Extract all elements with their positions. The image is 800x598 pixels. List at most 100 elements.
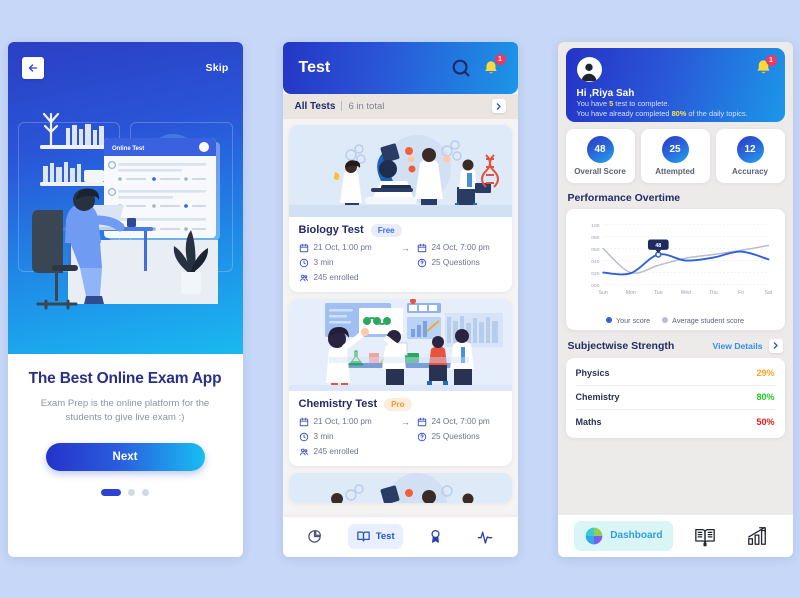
questions: 25 Questions: [431, 258, 480, 267]
pagination-dot-2[interactable]: [128, 489, 135, 497]
performance-header: Performance Overtime: [558, 183, 793, 209]
notifications-button[interactable]: 1: [480, 53, 506, 79]
all-tests-bar[interactable]: All Tests 6 in total: [282, 93, 518, 119]
page-subtitle: Exam Prep is the online platform for the…: [40, 397, 210, 424]
questions-item: 25 Questions: [417, 432, 480, 442]
test-card[interactable]: Chemistry Test Pro 21 Oct, 1:00 pm → 24 …: [288, 298, 512, 466]
svg-text:100: 100: [591, 222, 599, 228]
nav-item-analytics[interactable]: [299, 524, 330, 549]
completion-text: You have already completed 80% of the da…: [577, 109, 774, 120]
end-date: 24 Oct, 7:00 pm: [431, 417, 490, 426]
subject-row-physics[interactable]: Physics 29%: [575, 362, 775, 386]
arrow-right-icon: →: [401, 416, 410, 427]
stat-card-attempted[interactable]: 25 Attempted: [640, 128, 710, 183]
phone-dashboard: Hi ,Riya Sah You have 5 test to complete…: [557, 41, 793, 557]
test-badge: Free: [370, 223, 402, 237]
award-icon: [431, 529, 440, 543]
stat-card-accuracy[interactable]: 12 Accuracy: [715, 128, 785, 183]
test-badge: Pro: [384, 397, 412, 411]
chemistry-lab-illustration: [288, 298, 512, 391]
chevron-right-icon: [773, 342, 778, 349]
end-date-item: 24 Oct, 7:00 pm: [417, 417, 490, 427]
subjects-card: Physics 29% Chemistry 80% Maths 50%: [565, 357, 785, 438]
line1-post: test to complete.: [613, 98, 670, 108]
card-illustration: [288, 472, 512, 503]
view-details-chevron-button[interactable]: [768, 338, 783, 353]
avatar[interactable]: [576, 56, 602, 82]
calendar-icon: [417, 243, 427, 253]
onboarding-content: The Best Online Exam App Exam Prep is th…: [7, 353, 243, 557]
phone-test-list: Test 1 All Tests 6 in total Biology Test…: [282, 41, 518, 557]
bar-chart-growth-icon: [747, 526, 766, 545]
biology-lab-illustration: [288, 472, 512, 503]
questions: 25 Questions: [431, 432, 480, 441]
subject-row-maths[interactable]: Maths 50%: [576, 410, 775, 434]
pie-chart-icon: [308, 529, 322, 543]
back-button[interactable]: [21, 56, 44, 79]
enrolled-count: 245 enrolled: [313, 273, 359, 282]
clock-icon: [299, 258, 309, 268]
skip-button[interactable]: Skip: [206, 62, 229, 74]
enrolled-count: 245 enrolled: [313, 447, 359, 456]
subject-value: 50%: [756, 416, 775, 427]
svg-text:Sat: Sat: [764, 289, 772, 295]
subject-name: Physics: [575, 368, 610, 378]
nav-item-test[interactable]: Test: [347, 524, 403, 549]
back-arrow-icon: [28, 63, 37, 72]
nav-item-awards[interactable]: [420, 524, 451, 549]
subject-name: Chemistry: [575, 392, 620, 402]
card-header: Biology Test Free: [299, 223, 502, 237]
activity-pulse-icon: [477, 531, 493, 544]
stat-label: Accuracy: [731, 166, 769, 176]
detail-row-enrolled: 245 enrolled: [299, 447, 502, 457]
test-card-list[interactable]: Biology Test Free 21 Oct, 1:00 pm → 24 O…: [283, 119, 518, 517]
nav-item-dashboard[interactable]: Dashboard: [574, 520, 673, 551]
subject-name: Maths: [575, 416, 602, 427]
duration: 3 min: [313, 258, 334, 267]
detail-row-dates: 21 Oct, 1:00 pm → 24 Oct, 7:00 pm: [299, 417, 502, 427]
biology-lab-illustration: [288, 124, 512, 217]
nav-label-test: Test: [375, 531, 395, 542]
legend-label: Your score: [616, 315, 651, 325]
bottom-navigation: Test: [282, 516, 518, 557]
nav-item-library[interactable]: [686, 520, 724, 552]
subject-row-chemistry[interactable]: Chemistry 80%: [575, 386, 775, 410]
people-icon: [299, 447, 309, 457]
card-illustration: [288, 124, 512, 217]
svg-text:Thu: Thu: [709, 289, 718, 295]
screens-container: Online Test Skip The Best Online Exam Ap…: [0, 0, 800, 598]
pagination-dot-3[interactable]: [142, 489, 149, 497]
enrolled-item: 245 enrolled: [299, 447, 359, 457]
nav-item-activity[interactable]: [469, 524, 501, 550]
notifications-button[interactable]: 1: [754, 54, 777, 82]
greeting: Hi ,Riya Sah: [576, 87, 635, 99]
svg-text:Mon: Mon: [625, 289, 635, 295]
question-icon: [417, 258, 427, 268]
user-avatar-icon: [581, 63, 597, 81]
divider: [341, 101, 343, 111]
calendar-icon: [299, 417, 309, 427]
legend-average-score: Average student score: [662, 316, 744, 325]
test-card[interactable]: Biology Test Free 21 Oct, 1:00 pm → 24 O…: [288, 124, 512, 292]
performance-chart-card: 000 020 040 060 080 100 Sun Mon Tue Wed Thu Fri Sat 4…: [565, 208, 785, 330]
end-date-item: 24 Oct, 7:00 pm: [417, 243, 490, 253]
search-button[interactable]: [450, 57, 472, 79]
page-title: Test: [298, 58, 331, 76]
people-icon: [299, 273, 309, 283]
pagination-dot-1[interactable]: [101, 489, 121, 497]
start-date-item: 21 Oct, 1:00 pm: [299, 417, 395, 427]
detail-row-meta: 3 min 25 Questions: [299, 258, 502, 268]
nav-item-progress[interactable]: [738, 520, 776, 552]
card-details: 21 Oct, 1:00 pm → 24 Oct, 7:00 pm 3 min …: [299, 417, 502, 457]
stat-card-overall-score[interactable]: 48 Overall Score: [565, 128, 635, 183]
test-name: Chemistry Test: [298, 398, 378, 410]
view-details-button[interactable]: View Details: [713, 341, 763, 351]
next-button[interactable]: Next: [45, 443, 205, 472]
onboarding-topbar: Skip: [8, 54, 243, 82]
test-card[interactable]: [288, 472, 512, 503]
card-body: Chemistry Test Pro 21 Oct, 1:00 pm → 24 …: [289, 391, 512, 466]
notification-badge: 1: [494, 53, 506, 65]
all-tests-chevron-button[interactable]: [491, 99, 506, 113]
subject-header: Subjectwise Strength View Details: [558, 330, 793, 358]
duration: 3 min: [313, 432, 334, 441]
